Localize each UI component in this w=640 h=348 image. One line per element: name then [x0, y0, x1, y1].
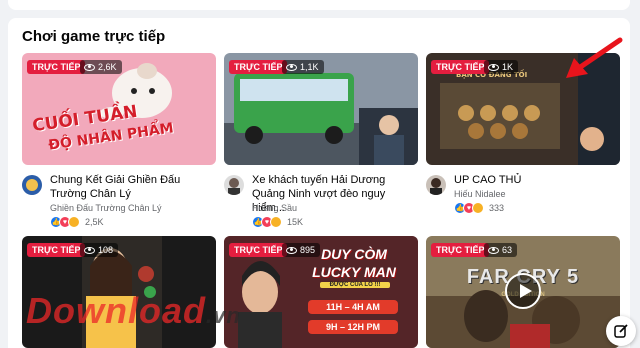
- eye-icon: [488, 63, 499, 71]
- haha-icon: [270, 216, 282, 228]
- channel-name[interactable]: Ghiền Đấu Trường Chân Lý: [50, 203, 162, 213]
- video-thumbnail[interactable]: DUY CÒM LUCKY MAN ĐƯỢC CỦA LÓ !!! 11H – …: [224, 236, 418, 348]
- haha-icon: [68, 216, 80, 228]
- viewer-count: 1,1K: [282, 60, 324, 74]
- channel-avatar[interactable]: [224, 175, 244, 195]
- video-thumbnail[interactable]: TRỰC TIẾP 1,1K: [224, 53, 418, 165]
- edit-pencil-icon: [614, 324, 628, 338]
- eye-icon: [286, 246, 297, 254]
- eye-icon: [286, 63, 297, 71]
- video-thumbnail[interactable]: CUỐI TUẦN ĐỘ NHÂN PHẨM TRỰC TIẾP 2,6K: [22, 53, 216, 165]
- eye-icon: [488, 246, 499, 254]
- thumbnail-text: LUCKY MAN: [312, 264, 396, 280]
- channel-avatar[interactable]: [426, 175, 446, 195]
- video-card[interactable]: DUY CÒM LUCKY MAN ĐƯỢC CỦA LÓ !!! 11H – …: [224, 236, 418, 348]
- video-title[interactable]: UP CAO THỦ: [454, 173, 618, 187]
- thumbnail-text: ĐƯỢC CỦA LÓ !!!: [320, 282, 390, 288]
- eye-icon: [84, 63, 95, 71]
- section-title: Chơi game trực tiếp: [22, 28, 166, 45]
- live-badge: TRỰC TIẾP: [27, 60, 86, 74]
- edit-button[interactable]: [606, 316, 636, 346]
- reaction-count: 15K: [287, 217, 304, 227]
- reactions[interactable]: 👍 ♥ 15K: [252, 216, 303, 228]
- red-arrow-annotation-icon: [566, 37, 623, 78]
- play-icon[interactable]: [505, 273, 541, 309]
- channel-avatar[interactable]: [22, 175, 42, 195]
- thumbnail-text: 9H – 12H PM: [308, 320, 398, 334]
- viewer-count: 63: [484, 243, 518, 257]
- reactions[interactable]: 👍 ♥ 333: [454, 202, 504, 214]
- thumbnail-text: 11H – 4H AM: [308, 300, 398, 314]
- eye-icon: [84, 246, 95, 254]
- video-card[interactable]: FAR CRY 5 GOLD EDITION TRỰC TIẾP 63: [426, 236, 620, 348]
- live-badge: TRỰC TIẾP: [431, 60, 490, 74]
- live-badge: TRỰC TIẾP: [27, 243, 86, 257]
- video-title[interactable]: Chung Kết Giải Ghiền Đấu Trường Chân Lý: [50, 173, 214, 201]
- live-badge: TRỰC TIẾP: [431, 243, 490, 257]
- viewer-count: 2,6K: [80, 60, 122, 74]
- video-card[interactable]: CUỐI TUẦN ĐỘ NHÂN PHẨM TRỰC TIẾP 2,6K Ch…: [22, 53, 216, 228]
- live-badge: TRỰC TIẾP: [229, 243, 288, 257]
- video-card[interactable]: TRỰC TIẾP 1,1K Xe khách tuyến Hải Dương …: [224, 53, 418, 228]
- haha-icon: [472, 202, 484, 214]
- live-badge: TRỰC TIẾP: [229, 60, 288, 74]
- viewer-count: 108: [80, 243, 119, 257]
- previous-section-edge: [8, 0, 630, 10]
- channel-name[interactable]: Hiếu Nidalee: [454, 189, 506, 199]
- video-thumbnail[interactable]: FAR CRY 5 GOLD EDITION TRỰC TIẾP 63: [426, 236, 620, 348]
- viewer-count: 1K: [484, 60, 519, 74]
- viewer-count: 895: [282, 243, 321, 257]
- watermark: Download.vn: [26, 290, 241, 331]
- reaction-count: 2,5K: [85, 217, 104, 227]
- channel-name[interactable]: Hoàng Sầu: [252, 203, 297, 213]
- reaction-count: 333: [489, 203, 505, 213]
- reactions[interactable]: 👍 ♥ 2,5K: [50, 216, 104, 228]
